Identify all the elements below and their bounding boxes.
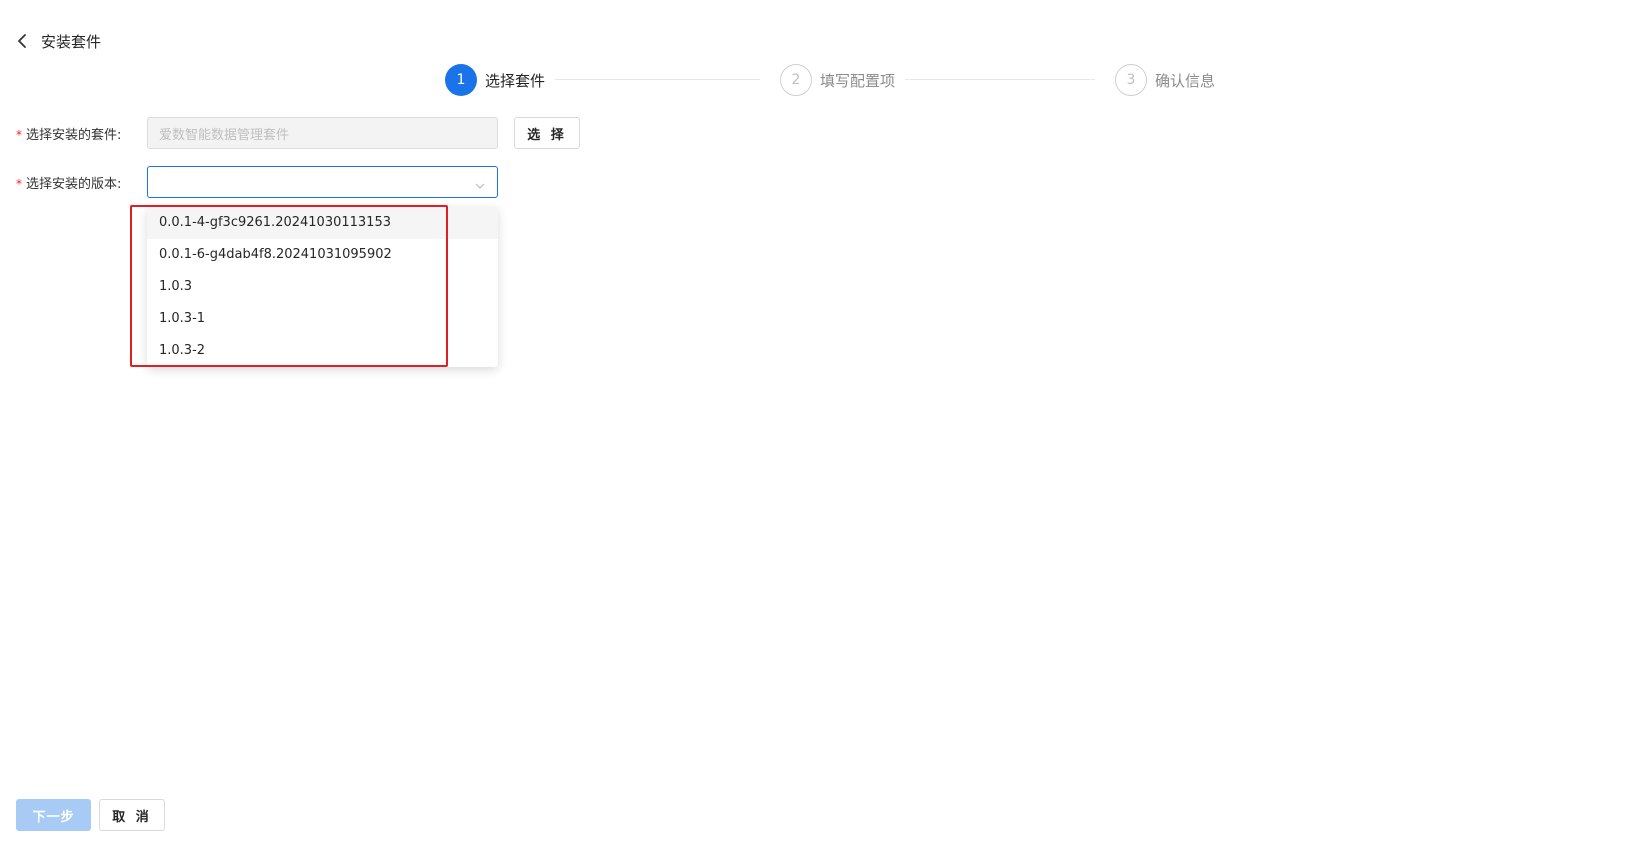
install-suite-page: 安装套件 1 选择套件 2 填写配置项 3 确认信息 * 选择安装的套件: 爱数智… [0,0,1628,849]
step-1: 1 选择套件 [445,64,545,96]
suite-input: 爱数智能数据管理套件 [147,117,498,149]
step-2: 2 填写配置项 [780,64,895,96]
version-option[interactable]: 1.0.3-2 [147,335,498,367]
step-2-circle: 2 [780,64,812,96]
step-connector-1 [555,79,760,80]
footer-actions: 下一步 取 消 [16,799,165,831]
required-mark: * [16,127,22,142]
page-header: 安装套件 [17,29,101,53]
version-form-row: * 选择安装的版本: [16,166,498,198]
chevron-down-icon [474,177,486,189]
select-suite-button[interactable]: 选 择 [514,117,580,149]
version-option[interactable]: 0.0.1-4-gf3c9261.20241030113153 [147,207,498,239]
version-label: * 选择安装的版本: [16,173,147,192]
next-step-button[interactable]: 下一步 [16,799,91,831]
version-label-text: 选择安装的版本: [26,176,122,192]
page-title: 安装套件 [41,32,102,51]
version-option[interactable]: 1.0.3 [147,271,498,303]
step-3-circle: 3 [1115,64,1147,96]
back-arrow-icon[interactable] [17,32,31,50]
version-dropdown: 0.0.1-4-gf3c9261.20241030113153 0.0.1-6-… [147,207,498,367]
step-3: 3 确认信息 [1115,64,1215,96]
step-connector-2 [905,79,1095,80]
step-indicator: 1 选择套件 2 填写配置项 3 确认信息 [445,64,1245,96]
version-select[interactable] [147,166,498,198]
version-option[interactable]: 1.0.3-1 [147,303,498,335]
suite-label: * 选择安装的套件: [16,124,147,143]
cancel-button[interactable]: 取 消 [99,799,165,831]
suite-form-row: * 选择安装的套件: 爱数智能数据管理套件 选 择 [16,117,580,149]
version-option[interactable]: 0.0.1-6-g4dab4f8.20241031095902 [147,239,498,271]
required-mark: * [16,176,22,191]
suite-label-text: 选择安装的套件: [26,127,122,143]
step-3-label: 确认信息 [1155,71,1216,90]
step-2-label: 填写配置项 [820,71,896,90]
step-1-label: 选择套件 [485,71,546,90]
step-1-circle: 1 [445,64,477,96]
